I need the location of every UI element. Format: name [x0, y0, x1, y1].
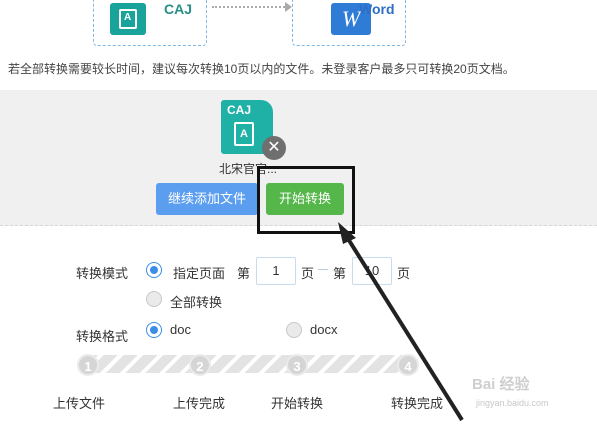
watermark-logo: Bai 经验	[472, 376, 530, 393]
watermark-url: jingyan.baidu.com	[476, 398, 549, 408]
annotation-arrow-icon	[338, 222, 464, 422]
